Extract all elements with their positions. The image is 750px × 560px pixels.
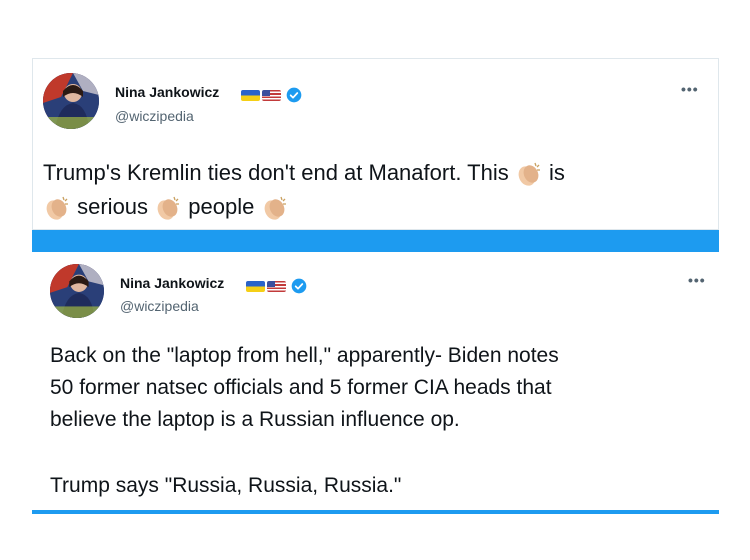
author-handle[interactable]: @wiczipedia	[115, 108, 194, 124]
flag-emojis	[246, 278, 307, 294]
tweet-text-line: 50 former natsec officials and 5 former …	[50, 376, 552, 399]
avatar[interactable]	[50, 264, 104, 318]
verified-badge-icon	[291, 278, 307, 294]
clapping-hands-icon	[264, 196, 286, 220]
clapping-hands-icon	[157, 196, 180, 220]
screenshot-frame: Nina Jankowicz @wiczipedia ••• Trump's K…	[32, 58, 719, 514]
verified-badge-icon	[286, 87, 302, 103]
tweet-card-2[interactable]: Nina Jankowicz @wiczipedia ••• Back on t…	[32, 252, 719, 510]
more-options-icon[interactable]: •••	[688, 272, 706, 288]
flag-emojis	[241, 87, 302, 103]
author-name[interactable]: Nina Jankowicz	[120, 275, 224, 291]
clapping-hands-icon	[518, 162, 540, 186]
tweet-text: Trump's Kremlin ties don't end at Manafo…	[43, 156, 565, 224]
clapping-hands-icon	[46, 196, 68, 220]
tweet-text-line-1: Trump's Kremlin ties don't end at Manafo…	[43, 160, 509, 185]
tweet-text-line: Trump says "Russia, Russia, Russia."	[50, 474, 402, 497]
ukraine-flag-icon	[246, 280, 265, 292]
ukraine-flag-icon	[241, 89, 260, 101]
tweet-card-1[interactable]: Nina Jankowicz @wiczipedia ••• Trump's K…	[32, 58, 719, 230]
word-people: people	[188, 194, 255, 219]
author-handle[interactable]: @wiczipedia	[120, 298, 199, 314]
profile-photo-icon	[43, 73, 99, 129]
tweet-text-line: Back on the "laptop from hell," apparent…	[50, 344, 559, 367]
word-serious: serious	[77, 194, 149, 219]
us-flag-icon	[267, 280, 286, 292]
us-flag-icon	[262, 89, 281, 101]
avatar[interactable]	[43, 73, 99, 129]
author-name[interactable]: Nina Jankowicz	[115, 84, 219, 100]
tweet-text-line: believe the laptop is a Russian influenc…	[50, 408, 460, 431]
profile-photo-icon	[50, 264, 104, 318]
more-options-icon[interactable]: •••	[681, 81, 699, 97]
word-is: is	[548, 160, 565, 185]
